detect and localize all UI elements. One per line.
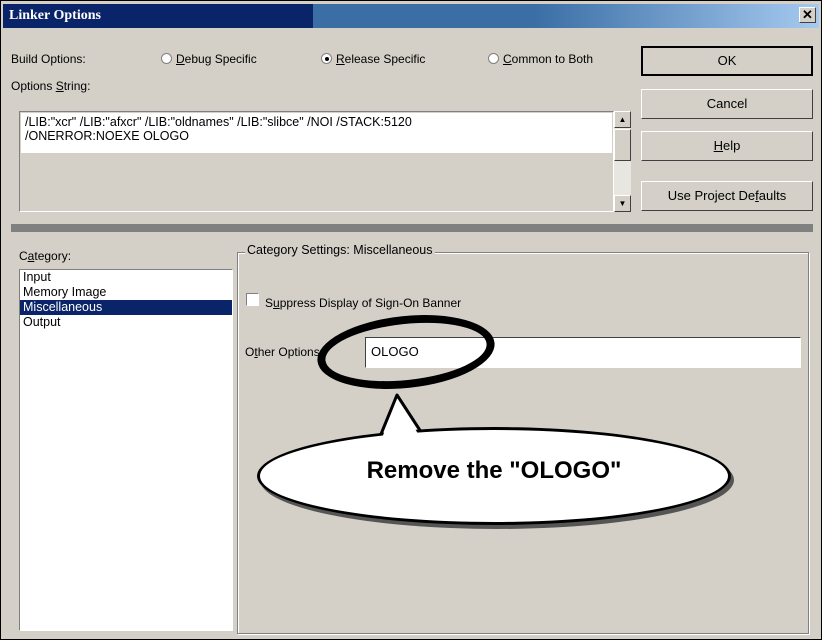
callout-text: Remove the "OLOGO" bbox=[366, 457, 622, 484]
callout-tail-cover bbox=[382, 399, 420, 438]
linker-options-dialog: Linker Options ✕ Build Options: Debug Sp… bbox=[0, 0, 822, 640]
